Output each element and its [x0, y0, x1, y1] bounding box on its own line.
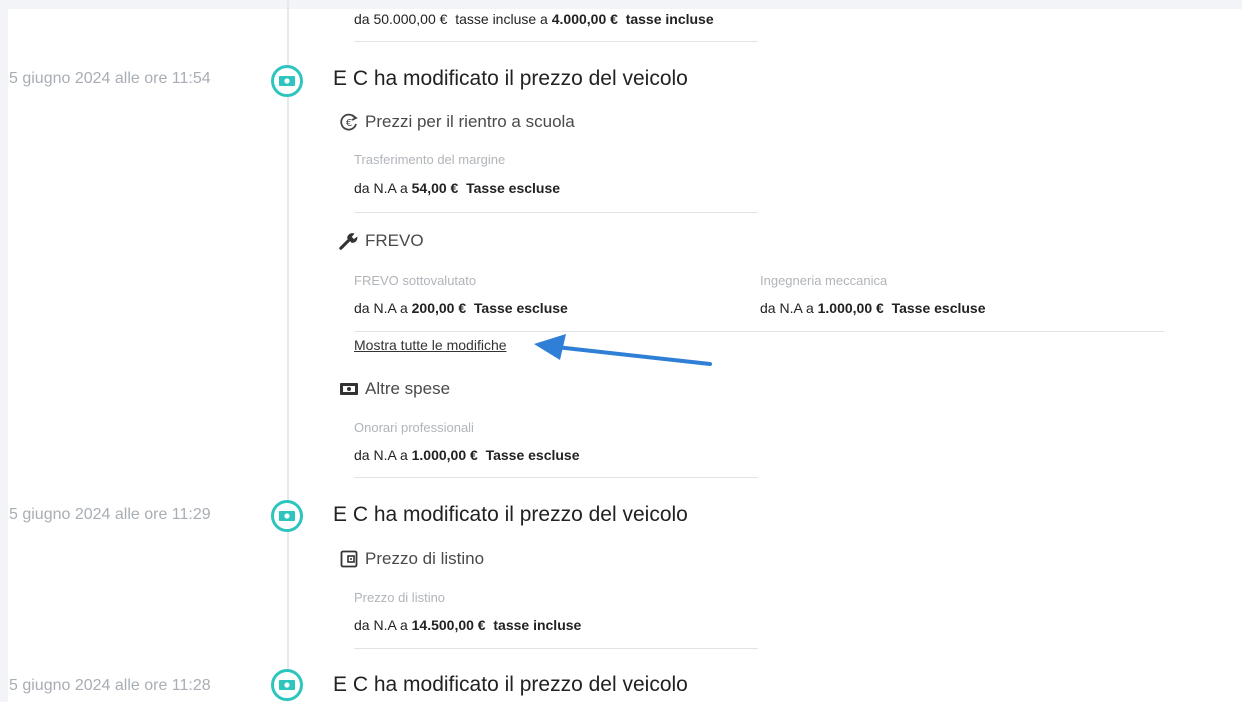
- previous-change-value: da 50.000,00 € tasse incluse a 4.000,00 …: [354, 11, 714, 27]
- section-title: Altre spese: [339, 379, 450, 399]
- event-timestamp: 5 giugno 2024 alle ore 11:54: [9, 70, 211, 87]
- timeline-marker: [271, 500, 303, 532]
- cash-icon: [279, 76, 295, 86]
- cash-icon: [279, 511, 295, 521]
- section-title-text: Prezzi per il rientro a scuola: [365, 112, 575, 131]
- event-title: E C ha modificato il prezzo del veicolo: [333, 503, 688, 526]
- divider: [354, 477, 758, 478]
- price-tag-icon: [339, 549, 359, 569]
- change-label: FREVO sottovalutato: [354, 273, 477, 288]
- cash-icon: [279, 680, 295, 690]
- change-value: da N.A a 54,00 € Tasse escluse: [354, 180, 561, 196]
- event-title: E C ha modificato il prezzo del veicolo: [333, 673, 688, 696]
- section-title: Prezzo di listino: [339, 549, 484, 569]
- section-title-text: Prezzo di listino: [365, 549, 485, 568]
- section-title-text: FREVO: [365, 231, 424, 250]
- top-strip: [0, 0, 1242, 9]
- show-all-changes-link[interactable]: Mostra tutte le modifiche: [354, 337, 507, 353]
- change-value: da N.A a 1.000,00 € Tasse escluse: [354, 447, 580, 463]
- divider: [354, 331, 1164, 332]
- change-label: Onorari professionali: [354, 420, 474, 435]
- change-value: da N.A a 1.000,00 € Tasse escluse: [760, 300, 986, 316]
- section-title: FREVO: [339, 231, 424, 251]
- wrench-icon: [339, 231, 359, 251]
- euro-refresh-icon: €: [339, 112, 359, 132]
- timeline-marker: [271, 65, 303, 97]
- timeline-rail: [287, 0, 289, 702]
- change-label: Trasferimento del margine: [354, 152, 506, 167]
- left-strip: [0, 0, 8, 702]
- divider: [354, 648, 758, 649]
- divider: [354, 212, 758, 213]
- change-value: da N.A a 14.500,00 € tasse incluse: [354, 617, 582, 633]
- event-timestamp: 5 giugno 2024 alle ore 11:29: [9, 506, 211, 523]
- svg-text:€: €: [346, 118, 352, 129]
- divider: [354, 41, 758, 42]
- annotation-arrow: [534, 334, 712, 366]
- section-title: € Prezzi per il rientro a scuola: [339, 112, 575, 132]
- event-title: E C ha modificato il prezzo del veicolo: [333, 67, 688, 90]
- change-label: Prezzo di listino: [354, 590, 446, 605]
- change-value: da N.A a 200,00 € Tasse escluse: [354, 300, 568, 316]
- event-timestamp: 5 giugno 2024 alle ore 11:28: [9, 677, 211, 694]
- cash-icon: [339, 379, 359, 399]
- section-title-text: Altre spese: [365, 379, 451, 398]
- change-label: Ingegneria meccanica: [760, 273, 888, 288]
- timeline-marker: [271, 669, 303, 701]
